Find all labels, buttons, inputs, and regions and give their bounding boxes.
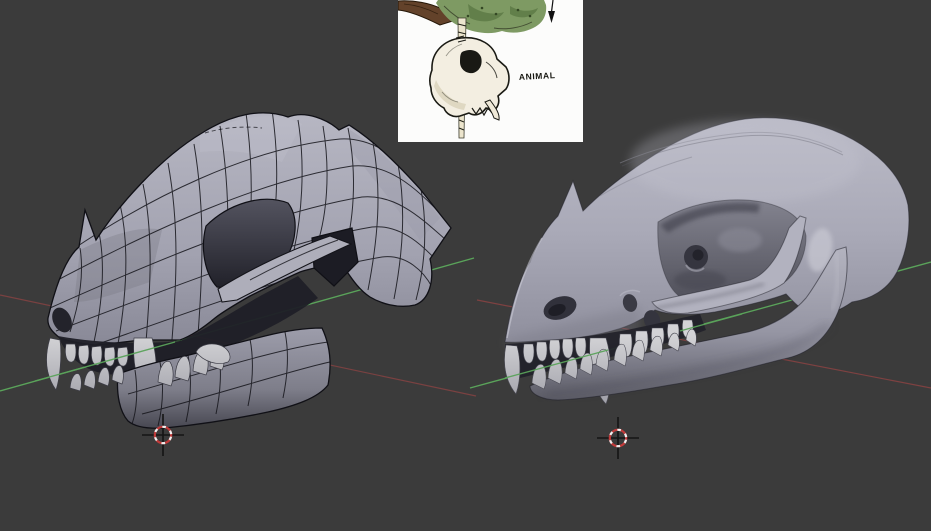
reference-sketch: ANIMAL (398, 0, 556, 139)
3d-cursor-left (140, 412, 186, 458)
reference-image: ANIMAL (398, 0, 583, 142)
animal-label: ANIMAL (519, 70, 556, 82)
down-arrow-icon (548, 0, 555, 23)
3d-cursor-right (595, 415, 641, 461)
foliage (436, 0, 547, 34)
skull-sketch (429, 35, 510, 121)
viewport-canvas: ANIMAL (0, 0, 931, 531)
